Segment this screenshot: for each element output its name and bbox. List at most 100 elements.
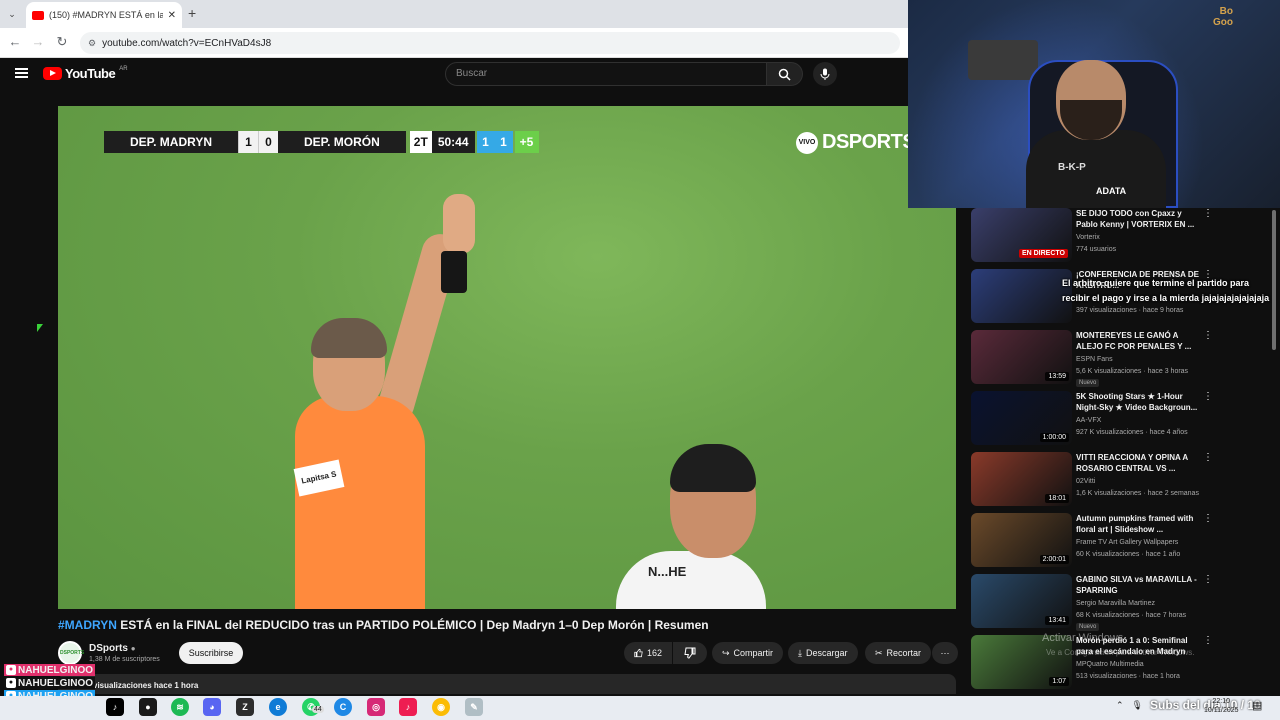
recommendation-thumbnail[interactable]: 18:01 <box>971 452 1072 506</box>
tray-chevron-icon[interactable]: ⌃ <box>1116 700 1124 711</box>
video-title: #MADRYN ESTÁ en la FINAL del REDUCIDO tr… <box>58 618 709 632</box>
recommendation-item[interactable]: EN DIRECTO SE DIJO TODO con Cpaxz y Pablo… <box>970 208 1270 266</box>
search-input[interactable]: Buscar <box>445 62 767 86</box>
description-box[interactable]: visualizaciones hace 1 hora <box>58 674 956 694</box>
recommendation-channel[interactable]: Vorterix <box>1076 234 1100 241</box>
recommendation-channel[interactable]: AA-VFX <box>1076 417 1101 424</box>
address-bar[interactable]: ⚙ youtube.com/watch?v=ECnHVaD4sJ8 <box>80 32 900 54</box>
reload-icon[interactable]: ↻ <box>53 34 71 50</box>
windows-taskbar <box>0 696 1280 720</box>
obs-app-icon[interactable]: ● <box>139 698 157 716</box>
edge-app-icon[interactable]: e <box>269 698 287 716</box>
player-shirt <box>616 551 766 609</box>
recommendation-title[interactable]: GABINO SILVA vs MARAVILLA - SPARRING <box>1076 574 1204 596</box>
channel-avatar[interactable]: DSPORTS <box>58 641 84 665</box>
more-vertical-icon[interactable]: ⋮ <box>1203 513 1213 524</box>
more-vertical-icon[interactable]: ⋮ <box>1203 452 1213 463</box>
share-button[interactable]: ↪ Compartir <box>712 642 784 664</box>
more-vertical-icon[interactable]: ⋮ <box>1203 574 1213 585</box>
recommendation-thumbnail[interactable] <box>971 269 1072 323</box>
recommendation-title[interactable]: SE DIJO TODO con Cpaxz y Pablo Kenny | V… <box>1076 208 1204 230</box>
subscriber-count: 1,38 M de suscriptores <box>89 656 160 663</box>
notepad-app-icon[interactable]: ✎ <box>465 698 483 716</box>
recommendation-item[interactable]: 13:59 MONTEREYES LE GANÓ A ALEJO FC POR P… <box>970 330 1270 388</box>
recommendation-channel[interactable]: Frame TV Art Gallery Wallpapers <box>1076 539 1178 546</box>
more-vertical-icon[interactable]: ⋮ <box>1203 391 1213 402</box>
recommendation-item[interactable]: 2:00:01 Autumn pumpkins framed with flora… <box>970 513 1270 571</box>
recommendation-title[interactable]: MONTEREYES LE GANÓ A ALEJO FC POR PENALE… <box>1076 330 1204 352</box>
video-duration: 13:41 <box>1045 616 1069 625</box>
video-hashtag[interactable]: #MADRYN <box>58 618 117 632</box>
more-vertical-icon[interactable]: ⋮ <box>1203 635 1213 646</box>
more-vertical-icon[interactable]: ⋮ <box>1203 208 1213 219</box>
voice-search-button[interactable] <box>813 62 837 86</box>
more-vertical-icon[interactable]: ⋮ <box>1203 330 1213 341</box>
recommendation-channel[interactable]: MPQuatro Multimedia <box>1076 661 1144 668</box>
like-count: 162 <box>646 648 662 658</box>
thumbs-down-icon <box>684 647 696 659</box>
sidebar-scrollbar[interactable] <box>1272 210 1276 350</box>
clock-date: 10/11/2025 <box>1204 707 1239 714</box>
recommendation-channel[interactable]: Sergio Maravilla Martinez <box>1076 600 1155 607</box>
new-tab-button[interactable]: + <box>188 5 196 21</box>
broadcaster-logo: VIVO DSPORTS <box>796 131 916 154</box>
share-label: Compartir <box>733 648 774 658</box>
ig-icon: ● <box>6 665 16 675</box>
recommendation-title[interactable]: Autumn pumpkins framed with floral art |… <box>1076 513 1204 535</box>
recommendation-channel[interactable]: 02Vitti <box>1076 478 1095 485</box>
dislike-button[interactable] <box>673 642 707 664</box>
recommendation-title[interactable]: 5K Shooting Stars ★ 1-Hour Night-Sky ★ V… <box>1076 391 1204 413</box>
recommendation-meta: 1,6 K visualizaciones · hace 2 semanas <box>1076 490 1199 497</box>
channel-name[interactable]: DSports ● <box>89 643 136 654</box>
broadcaster-name: DSPORTS <box>822 131 916 153</box>
share-icon: ↪ <box>722 648 730 658</box>
download-button[interactable]: ⤓ Descargar <box>788 642 858 664</box>
tiktok-app-icon[interactable]: ♪ <box>106 698 124 716</box>
more-actions-button[interactable]: ⋯ <box>932 642 958 664</box>
taskbar-clock[interactable]: 22:10 10/11/2025 <box>1204 697 1239 715</box>
thumbs-up-icon <box>634 648 643 658</box>
clip-button[interactable]: ✂ Recortar <box>865 642 932 664</box>
menu-icon[interactable] <box>15 68 28 78</box>
recommendation-thumbnail[interactable]: 13:41 <box>971 574 1072 628</box>
search-button[interactable] <box>767 62 803 86</box>
browser-tab-active[interactable]: (150) #MADRYN ESTÁ en la FIN ✕ <box>26 2 182 28</box>
tiktok-live-app-icon[interactable]: ♪ <box>399 698 417 716</box>
spotify-app-icon[interactable]: ≋ <box>171 698 189 716</box>
tray-mic-icon[interactable]: 🎙 <box>1132 700 1143 711</box>
system-tray[interactable]: ⌃ 🎙 <box>1116 700 1143 711</box>
recommendation-thumbnail[interactable]: 1:00:00 <box>971 391 1072 445</box>
tab-search-button[interactable]: ⌄ <box>4 6 20 22</box>
discord-app-icon[interactable]: ◕ <box>203 698 221 716</box>
tab-close-icon[interactable]: ✕ <box>168 10 176 21</box>
recommendation-thumbnail[interactable]: EN DIRECTO <box>971 208 1072 262</box>
referee-wristband <box>441 251 467 293</box>
home-team: DEP. MADRYN <box>104 131 239 153</box>
recommendation-title[interactable]: VITTI REACCIONA Y OPINA A ROSARIO CENTRA… <box>1076 452 1204 474</box>
video-player[interactable]: DEP. MADRYN 1 0 DEP. MORÓN 2T 50:44 1 1 … <box>58 106 956 609</box>
recommendation-channel[interactable]: ESPN Fans <box>1076 356 1113 363</box>
recommendation-item[interactable]: 13:41 GABINO SILVA vs MARAVILLA - SPARRIN… <box>970 574 1270 632</box>
recommendation-thumbnail[interactable]: 2:00:01 <box>971 513 1072 567</box>
recommendation-meta: 513 visualizaciones · hace 1 hora <box>1076 673 1180 680</box>
tab-title: (150) #MADRYN ESTÁ en la FIN <box>49 10 163 20</box>
youtube-logo[interactable]: YouTube AR <box>43 66 128 81</box>
copilot-app-icon[interactable]: C <box>334 698 352 716</box>
more-horizontal-icon: ⋯ <box>940 648 950 658</box>
recommendation-thumbnail[interactable]: 13:59 <box>971 330 1072 384</box>
recommendation-item[interactable]: 18:01 VITTI REACCIONA Y OPINA A ROSARIO C… <box>970 452 1270 510</box>
back-arrow-icon[interactable]: ← <box>6 34 24 49</box>
forward-arrow-icon[interactable]: → <box>29 34 47 49</box>
streamlabs-app-icon[interactable]: Z <box>236 698 254 716</box>
recommendation-item[interactable]: 1:00:00 5K Shooting Stars ★ 1-Hour Night-… <box>970 391 1270 449</box>
subscribe-button[interactable]: Suscribirse <box>179 642 243 664</box>
recommendation-meta: 5,6 K visualizaciones · hace 3 horas <box>1076 368 1189 375</box>
handle-text: NAHUELGINOO <box>18 677 93 689</box>
instagram-app-icon[interactable]: ◎ <box>367 698 385 716</box>
new-badge: Nuevo <box>1076 623 1100 631</box>
referee-shirt <box>295 396 425 609</box>
chrome-app-icon[interactable]: ◉ <box>432 698 450 716</box>
notification-icon[interactable]: ▤ <box>1252 699 1262 712</box>
site-info-icon[interactable]: ⚙ <box>88 38 96 49</box>
like-button[interactable]: 162 <box>624 642 672 664</box>
